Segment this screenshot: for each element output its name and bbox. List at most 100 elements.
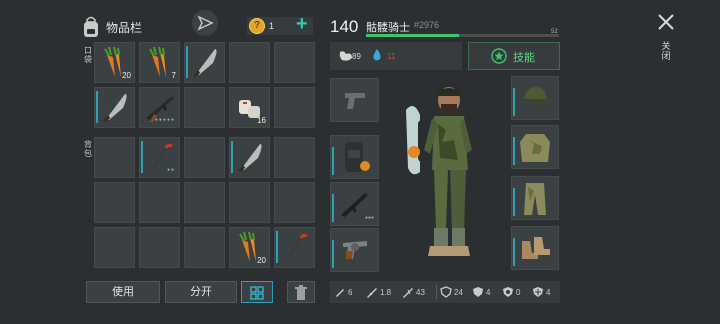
skills-label: 技能 bbox=[513, 52, 535, 64]
backpack-slot-6[interactable] bbox=[94, 182, 135, 223]
armor-stat: 24 bbox=[440, 285, 472, 303]
xp-bar bbox=[366, 34, 559, 37]
add-coins-button[interactable]: + bbox=[296, 14, 308, 34]
radiation-stat: 0 bbox=[502, 285, 530, 303]
backpack-slot-15[interactable] bbox=[274, 227, 315, 268]
item-quantity: 7 bbox=[171, 71, 176, 80]
close-icon bbox=[658, 14, 674, 30]
pocket-slot-9[interactable]: 16 bbox=[229, 87, 270, 128]
revolver-icon bbox=[343, 241, 367, 259]
food-value: 89 bbox=[352, 52, 361, 61]
boots-icon bbox=[522, 237, 550, 259]
backpack-slot-12[interactable] bbox=[139, 227, 180, 268]
cap-icon bbox=[524, 87, 552, 103]
backpack-slot-4[interactable] bbox=[229, 137, 270, 178]
shield-stat: 4 bbox=[472, 285, 500, 303]
crowbar-icon bbox=[285, 233, 308, 261]
backpack-slot-8[interactable] bbox=[184, 182, 225, 223]
jacket-icon bbox=[520, 134, 550, 162]
pistol-slot[interactable] bbox=[330, 78, 379, 122]
backpack-slot-9[interactable] bbox=[229, 182, 270, 223]
pocket-slot-2[interactable]: 7 bbox=[139, 42, 180, 83]
close-button[interactable]: 关闭 bbox=[652, 12, 680, 72]
backpack-label: 背包 bbox=[84, 140, 92, 158]
water-value: 11 bbox=[387, 52, 396, 61]
pocket-slot-3[interactable] bbox=[184, 42, 225, 83]
pocket-slot-6[interactable] bbox=[94, 87, 135, 128]
shield-icon bbox=[473, 287, 483, 297]
player-level: 140 bbox=[330, 17, 359, 36]
item-quantity: 20 bbox=[122, 71, 131, 80]
durability-bar bbox=[332, 240, 334, 268]
pockets-label: 口袋 bbox=[84, 46, 92, 64]
item-quantity: 20 bbox=[257, 256, 266, 265]
backpack-slot-13[interactable] bbox=[184, 227, 225, 268]
survival-status: 89 11 bbox=[330, 42, 462, 70]
ammo-dots: ●● bbox=[166, 167, 175, 173]
trash-button[interactable] bbox=[287, 281, 315, 303]
durability-bar bbox=[513, 137, 515, 165]
machete-icon bbox=[193, 49, 217, 78]
backpack-slot-10[interactable] bbox=[274, 182, 315, 223]
player-id: #2976 bbox=[414, 20, 440, 30]
backpack-slot-2[interactable]: ●● bbox=[139, 137, 180, 178]
durability-bar bbox=[513, 88, 515, 116]
durability-bar bbox=[186, 46, 188, 78]
sort-button[interactable] bbox=[241, 281, 273, 303]
backpack-slot-14[interactable]: 20 bbox=[229, 227, 270, 268]
pocket-slot-8[interactable] bbox=[184, 87, 225, 128]
character-model bbox=[394, 80, 504, 270]
head-slot[interactable] bbox=[511, 76, 559, 120]
durability-bar bbox=[96, 91, 98, 123]
backpack-slot-5[interactable] bbox=[274, 137, 315, 178]
rifle-slot[interactable]: ●●● bbox=[330, 182, 379, 226]
armor-icon bbox=[440, 286, 452, 298]
trash-icon bbox=[295, 285, 307, 300]
stats-bar: 6 1.8 43 24 4 0 4 bbox=[330, 281, 560, 303]
send-icon bbox=[197, 15, 214, 31]
use-button[interactable]: 使用 bbox=[86, 281, 160, 303]
coin-icon: ? bbox=[249, 18, 265, 34]
backpack-slot-7[interactable] bbox=[139, 182, 180, 223]
backpack-slot-1[interactable] bbox=[94, 137, 135, 178]
durability-bar bbox=[513, 188, 515, 216]
machete-icon bbox=[238, 144, 262, 173]
pocket-slot-4[interactable] bbox=[229, 42, 270, 83]
melee-stat: 6 bbox=[334, 285, 364, 303]
close-label: 关闭 bbox=[661, 41, 671, 61]
cold-icon bbox=[533, 287, 543, 297]
tactical-backpack-icon bbox=[345, 142, 370, 172]
pocket-slot-5[interactable] bbox=[274, 42, 315, 83]
radiation-icon bbox=[503, 287, 513, 297]
item-quantity: 16 bbox=[257, 116, 266, 125]
backpack-slot-11[interactable] bbox=[94, 227, 135, 268]
coin-count: 1 bbox=[269, 21, 275, 31]
send-button[interactable] bbox=[192, 10, 218, 36]
pocket-slot-7[interactable]: ●●●●● bbox=[139, 87, 180, 128]
machete-icon bbox=[103, 94, 127, 123]
firearm-icon bbox=[367, 288, 377, 298]
revolver-slot[interactable] bbox=[330, 228, 379, 272]
ranged-stat: 43 bbox=[402, 285, 436, 303]
firearm-stat: 1.8 bbox=[366, 285, 400, 303]
ammo-dots: ●●● bbox=[364, 215, 374, 221]
durability-bar bbox=[231, 141, 233, 173]
pistol-icon bbox=[345, 93, 365, 109]
skills-button[interactable]: 技能 bbox=[468, 42, 560, 70]
split-button[interactable]: 分开 bbox=[165, 281, 237, 303]
star-icon bbox=[491, 48, 507, 64]
cold-stat: 4 bbox=[532, 285, 560, 303]
stat-divider bbox=[436, 285, 437, 299]
durability-bar bbox=[276, 231, 278, 263]
backpack-slot[interactable] bbox=[330, 135, 379, 179]
feet-slot[interactable] bbox=[511, 226, 559, 270]
pants-icon bbox=[524, 183, 546, 215]
torso-slot[interactable] bbox=[511, 125, 559, 169]
inventory-title: 物品栏 bbox=[106, 21, 143, 35]
legs-slot[interactable] bbox=[511, 176, 559, 220]
backpack-icon bbox=[82, 16, 100, 38]
backpack-slot-3[interactable] bbox=[184, 137, 225, 178]
pocket-slot-1[interactable]: 20 bbox=[94, 42, 135, 83]
pocket-slot-10[interactable] bbox=[274, 87, 315, 128]
durability-bar bbox=[332, 147, 334, 175]
